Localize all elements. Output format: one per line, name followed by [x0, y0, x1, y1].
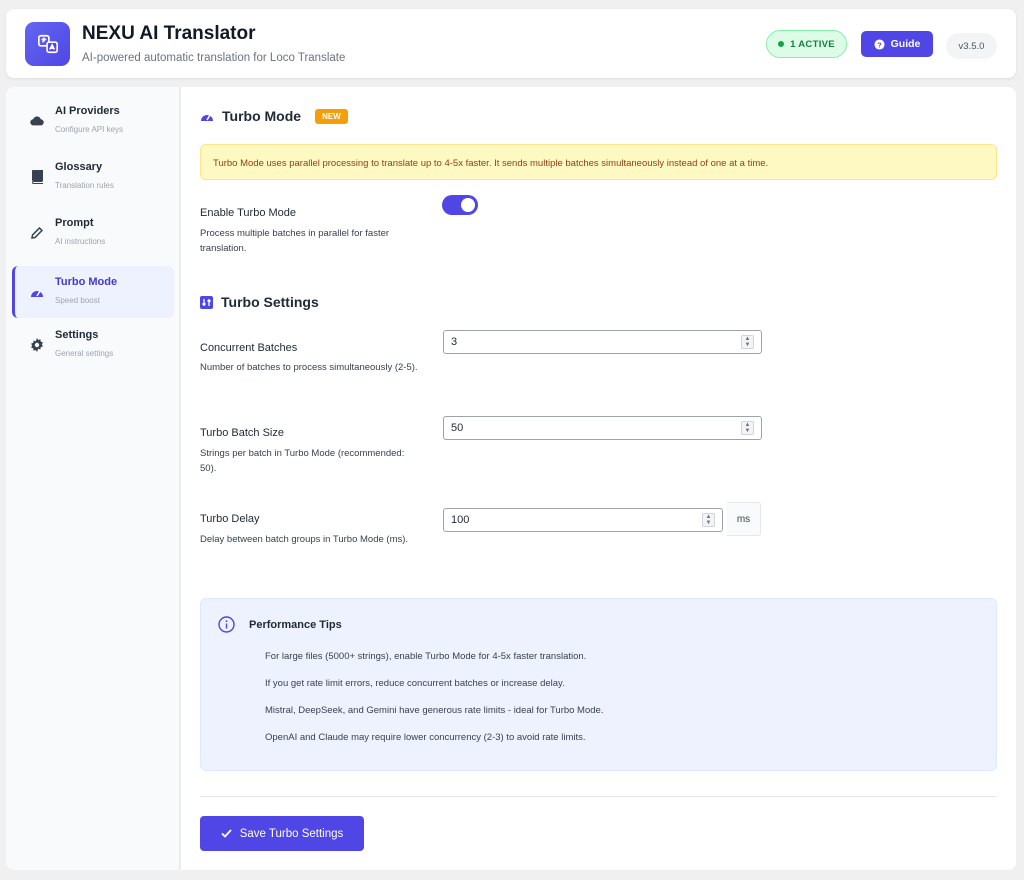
version-badge: v3.5.0 [946, 33, 997, 59]
sidebar-item-sub: General settings [55, 349, 114, 358]
gauge-icon [30, 285, 44, 299]
tip-item: If you get rate limit errors, reduce con… [265, 678, 565, 689]
turbo-settings-heading: Turbo Settings [200, 294, 319, 310]
turbo-delay-input[interactable]: 100 ▲ ▼ [443, 508, 723, 532]
sidebar-item-label: Prompt [55, 217, 94, 229]
save-label: Save Turbo Settings [239, 827, 344, 840]
concurrent-batches-input[interactable]: 3 ▲ ▼ [443, 330, 762, 354]
cloud-icon [30, 114, 44, 128]
turbo-notice: Turbo Mode uses parallel processing to t… [200, 144, 997, 180]
concurrent-batches-value: 3 [451, 336, 458, 348]
concurrent-batches-desc: Number of batches to process simultaneou… [200, 362, 418, 373]
tips-title: Performance Tips [249, 619, 342, 631]
sidebar-item-sub: AI instructions [55, 237, 106, 246]
sidebar-item-sub: Speed boost [55, 296, 100, 305]
pencil-icon [30, 226, 44, 240]
active-status-badge: 1 ACTIVE [766, 30, 847, 58]
enable-turbo-toggle[interactable] [442, 195, 478, 215]
tip-item: Mistral, DeepSeek, and Gemini have gener… [265, 705, 604, 716]
sidebar-item-glossary[interactable]: Glossary Translation rules [12, 151, 174, 203]
sidebar-item-label: Turbo Mode [55, 276, 118, 288]
batch-size-input[interactable]: 50 ▲ ▼ [443, 416, 762, 440]
sidebar-item-label: AI Providers [55, 105, 120, 117]
page-title: Turbo Mode [200, 108, 301, 124]
page-title-text: Turbo Mode [222, 108, 302, 124]
turbo-delay-value: 100 [451, 514, 470, 526]
enable-turbo-label: Enable Turbo Mode [200, 207, 297, 219]
guide-button[interactable]: ? Guide [861, 31, 933, 57]
info-icon [218, 616, 235, 638]
toggle-knob [461, 198, 475, 212]
active-status-label: 1 ACTIVE [790, 38, 835, 50]
turbo-delay-label: Turbo Delay [200, 513, 260, 525]
batch-size-value: 50 [451, 422, 464, 434]
stepper-icon[interactable]: ▲ ▼ [702, 513, 715, 527]
guide-label: Guide [890, 38, 921, 50]
stepper-icon[interactable]: ▲ ▼ [741, 421, 754, 435]
enable-turbo-desc: Process multiple batches in parallel for… [200, 228, 390, 254]
svg-text:?: ? [877, 40, 882, 49]
sidebar-item-ai-providers[interactable]: AI Providers Configure API keys [12, 95, 174, 147]
new-badge: NEW [315, 109, 348, 124]
turbo-delay-desc: Delay between batch groups in Turbo Mode… [200, 534, 409, 545]
app-header: NEXU AI Translator AI-powered automatic … [6, 9, 1016, 78]
performance-tips-box: Performance Tips For large files (5000+ … [200, 598, 997, 771]
stepper-icon[interactable]: ▲ ▼ [741, 335, 754, 349]
gauge-icon [201, 114, 213, 121]
help-circle-icon: ? [874, 38, 885, 50]
sidebar-item-sub: Configure API keys [55, 125, 124, 134]
tip-item: For large files (5000+ strings), enable … [265, 651, 587, 662]
turbo-settings-title: Turbo Settings [221, 294, 319, 310]
main-panel: Turbo Mode NEW Turbo Mode uses parallel … [181, 87, 1016, 870]
sidebar-item-label: Glossary [55, 161, 103, 173]
batch-size-label: Turbo Batch Size [200, 427, 284, 439]
translate-logo-icon [25, 22, 70, 66]
delay-unit-addon: ms [727, 502, 761, 536]
save-turbo-settings-button[interactable]: Save Turbo Settings [200, 816, 364, 851]
app-title: NEXU AI Translator [82, 23, 256, 44]
tip-item: OpenAI and Claude may require lower conc… [265, 732, 586, 743]
sidebar-item-label: Settings [55, 329, 99, 341]
sidebar-item-settings[interactable]: Settings General settings [12, 319, 174, 371]
sidebar-item-prompt[interactable]: Prompt AI instructions [12, 207, 174, 259]
status-dot-icon [778, 41, 785, 47]
book-icon [30, 170, 44, 184]
sidebar: AI Providers Configure API keys Glossary… [6, 87, 180, 870]
gear-icon [30, 338, 44, 352]
check-icon [221, 829, 232, 838]
divider [200, 796, 997, 797]
batch-size-desc: Strings per batch in Turbo Mode (recomme… [200, 448, 405, 474]
concurrent-batches-label: Concurrent Batches [200, 342, 298, 354]
app-subtitle: AI-powered automatic translation for Loc… [82, 52, 346, 64]
sidebar-item-sub: Translation rules [55, 181, 114, 190]
sidebar-item-turbo-mode[interactable]: Turbo Mode Speed boost [12, 266, 174, 318]
sliders-icon [200, 295, 213, 309]
